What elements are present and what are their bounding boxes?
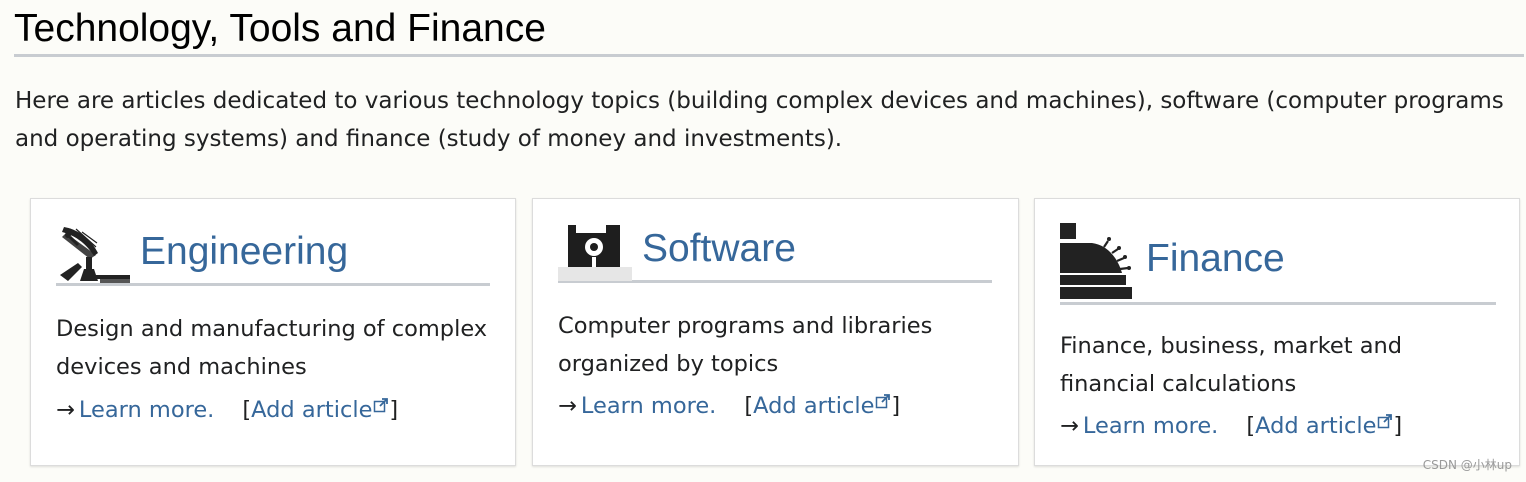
card-finance: Finance Finance, business, market and fi… [1034,198,1520,466]
card-links: → Learn more. [Add article] [558,384,998,426]
bracket-open: [ [242,397,252,423]
card-header: Software [558,221,992,283]
card-title-link[interactable]: Software [642,226,796,272]
learn-more-link[interactable]: Learn more. [79,397,214,423]
bracket-close: ] [891,393,901,419]
card-engineering: Engineering Design and manufacturing of … [30,198,516,466]
add-article-link[interactable]: Add article [753,393,874,419]
card-header: Finance [1060,223,1496,305]
card-description: Design and manufacturing of complex devi… [56,316,488,380]
section-title: Technology, Tools and Finance [14,6,1524,57]
card-description: Computer programs and libraries organize… [558,313,933,377]
external-link-icon [875,384,891,409]
floppy-disk-icon [558,223,632,285]
satellite-dish-icon [56,223,130,289]
card-title-link[interactable]: Engineering [140,229,348,275]
arrow-icon: → [56,397,75,423]
external-link-icon [1377,404,1393,429]
card-software: Software Computer programs and libraries… [532,198,1019,466]
learn-more-link[interactable]: Learn more. [581,393,716,419]
card-links: → Learn more. [Add article] [56,388,496,430]
bracket-open: [ [744,393,754,419]
bracket-close: ] [1393,413,1403,439]
card-title-link[interactable]: Finance [1146,236,1285,282]
cash-register-icon [1060,223,1134,305]
card-header: Engineering [56,221,490,286]
bracket-open: [ [1246,413,1256,439]
add-article-link[interactable]: Add article [251,397,372,423]
arrow-icon: → [1060,413,1079,439]
external-link-icon [373,388,389,413]
watermark: CSDN @小林up [1422,458,1512,472]
learn-more-link[interactable]: Learn more. [1083,413,1218,439]
card-links: → Learn more. [Add article] [1060,404,1500,446]
card-description: Finance, business, market and financial … [1060,333,1403,397]
section-intro: Here are articles dedicated to various t… [15,88,1504,152]
arrow-icon: → [558,393,577,419]
portal-page: Technology, Tools and Finance Here are a… [0,0,1526,482]
bracket-close: ] [389,397,399,423]
add-article-link[interactable]: Add article [1255,413,1376,439]
